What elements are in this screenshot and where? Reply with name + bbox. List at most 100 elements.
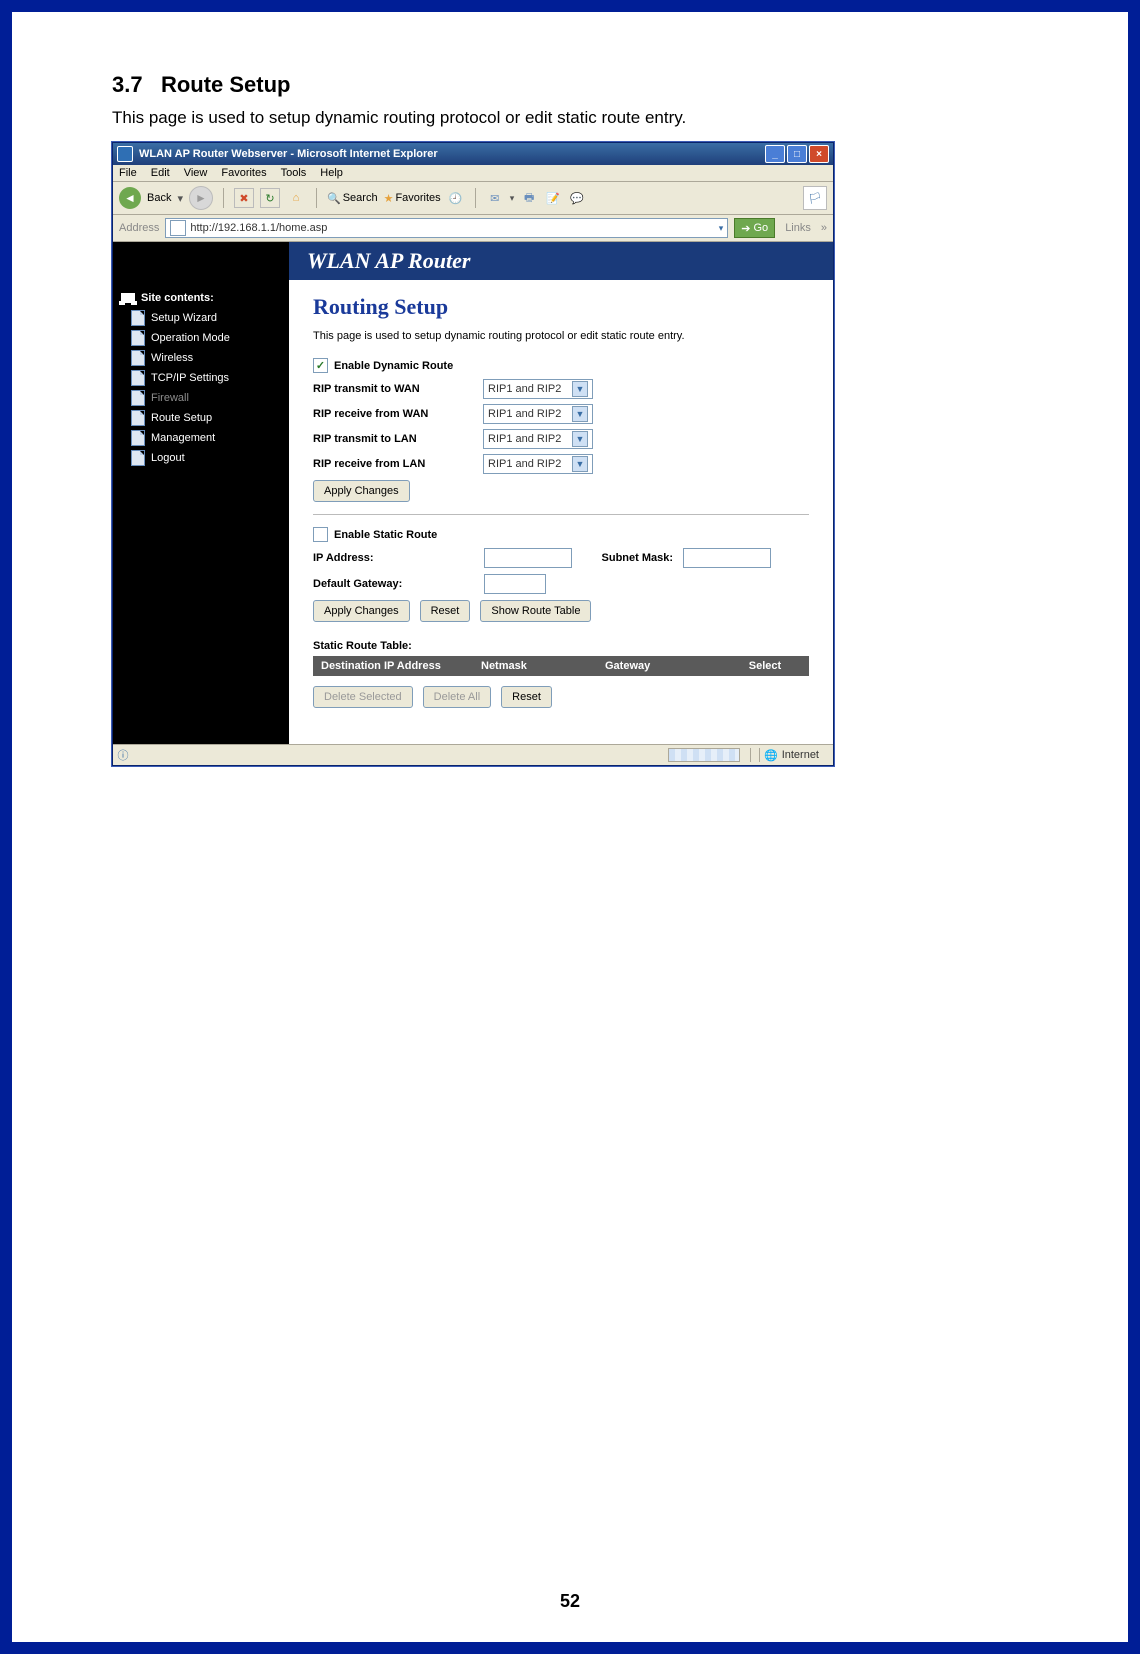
favorites-button[interactable]: ★ Favorites (384, 192, 441, 205)
page-icon (131, 390, 145, 406)
th-select: Select (721, 660, 809, 672)
address-label: Address (119, 222, 159, 234)
window-maximize-button[interactable]: □ (787, 145, 807, 163)
delete-all-button[interactable]: Delete All (423, 686, 491, 708)
menu-view[interactable]: View (184, 167, 208, 179)
section-intro: This page is used to setup dynamic routi… (112, 108, 1028, 128)
window-minimize-button[interactable]: _ (765, 145, 785, 163)
sidebar-item-operation-mode[interactable]: Operation Mode (131, 328, 281, 348)
sidebar-item-label: Logout (151, 452, 185, 464)
page-icon (170, 220, 186, 236)
internet-zone-label: Internet (782, 749, 833, 761)
window-close-button[interactable]: × (809, 145, 829, 163)
links-label[interactable]: Links (781, 222, 815, 234)
ie-throbber-icon: 🏳 (803, 186, 827, 210)
go-arrow-icon: ➔ (741, 222, 750, 235)
sidebar-item-label: Route Setup (151, 412, 212, 424)
subnet-mask-input[interactable] (683, 548, 771, 568)
reset-static-button[interactable]: Reset (420, 600, 471, 622)
menu-edit[interactable]: Edit (151, 167, 170, 179)
page-title: Routing Setup (313, 294, 809, 320)
sidebar-item-management[interactable]: Management (131, 428, 281, 448)
back-button-label[interactable]: Back (147, 192, 171, 204)
search-button[interactable]: 🔍 Search (327, 192, 378, 205)
chevron-down-icon: ▼ (572, 456, 588, 472)
toolbar-separator (316, 188, 317, 208)
sidebar-item-logout[interactable]: Logout (131, 448, 281, 468)
links-chevron-icon[interactable]: » (821, 222, 827, 234)
apply-changes-dynamic-button[interactable]: Apply Changes (313, 480, 410, 502)
show-route-table-button[interactable]: Show Route Table (480, 600, 591, 622)
sidebar-item-firewall[interactable]: Firewall (131, 388, 281, 408)
reset-table-button[interactable]: Reset (501, 686, 552, 708)
toolbar: ◄ Back ▾ ► ✖ ↻ ⌂ 🔍 Search ★ Favorites 🕘 (113, 182, 833, 215)
address-input[interactable]: http://192.168.1.1/home.asp ▾ (165, 218, 728, 238)
status-bar: ⓘ 🌐 Internet (113, 744, 833, 765)
sidebar-item-setup-wizard[interactable]: Setup Wizard (131, 308, 281, 328)
back-button-icon[interactable]: ◄ (119, 187, 141, 209)
address-dropdown-icon[interactable]: ▾ (719, 223, 724, 234)
subnet-mask-label: Subnet Mask: (602, 552, 674, 564)
mail-dropdown-icon[interactable]: ▾ (510, 193, 515, 204)
default-gateway-input[interactable] (484, 574, 546, 594)
enable-static-route-label: Enable Static Route (334, 529, 437, 541)
address-bar: Address http://192.168.1.1/home.asp ▾ ➔ … (113, 215, 833, 242)
sidebar-item-label: TCP/IP Settings (151, 372, 229, 384)
select-value: RIP1 and RIP2 (488, 433, 561, 445)
page-description: This page is used to setup dynamic routi… (313, 330, 809, 342)
window-titlebar: WLAN AP Router Webserver - Microsoft Int… (113, 143, 833, 165)
page-icon (131, 450, 145, 466)
menubar: File Edit View Favorites Tools Help (113, 165, 833, 182)
edit-icon[interactable]: 📝 (544, 189, 562, 207)
search-icon: 🔍 (327, 192, 341, 205)
page-icon (131, 350, 145, 366)
static-route-table-title: Static Route Table: (313, 640, 809, 652)
refresh-icon[interactable]: ↻ (260, 188, 280, 208)
home-icon[interactable]: ⌂ (286, 188, 306, 208)
ip-address-input[interactable] (484, 548, 572, 568)
enable-static-route-checkbox[interactable] (313, 527, 328, 542)
discuss-icon[interactable]: 💬 (568, 189, 586, 207)
history-icon[interactable]: 🕘 (447, 189, 465, 207)
stop-icon[interactable]: ✖ (234, 188, 254, 208)
enable-dynamic-route-label: Enable Dynamic Route (334, 360, 453, 372)
delete-selected-button[interactable]: Delete Selected (313, 686, 413, 708)
mail-icon[interactable]: ✉ (486, 189, 504, 207)
sidebar-item-route-setup[interactable]: Route Setup (131, 408, 281, 428)
section-number: 3.7 (112, 72, 143, 97)
default-gateway-label: Default Gateway: (313, 578, 402, 590)
network-icon (121, 293, 135, 303)
divider (313, 514, 809, 515)
sidebar-item-tcpip-settings[interactable]: TCP/IP Settings (131, 368, 281, 388)
sidebar-item-wireless[interactable]: Wireless (131, 348, 281, 368)
menu-help[interactable]: Help (320, 167, 343, 179)
chevron-down-icon: ▼ (572, 381, 588, 397)
print-icon[interactable]: 🖶 (520, 189, 538, 207)
rip-transmit-lan-label: RIP transmit to LAN (313, 433, 483, 445)
site-contents-label: Site contents: (141, 292, 214, 304)
enable-dynamic-route-checkbox[interactable]: ✓ (313, 358, 328, 373)
favorites-label: Favorites (395, 192, 440, 204)
page-icon (131, 330, 145, 346)
apply-changes-static-button[interactable]: Apply Changes (313, 600, 410, 622)
rip-transmit-lan-select[interactable]: RIP1 and RIP2 ▼ (483, 429, 593, 449)
sidebar-item-label: Wireless (151, 352, 193, 364)
sidebar-item-label: Firewall (151, 392, 189, 404)
rip-transmit-wan-label: RIP transmit to WAN (313, 383, 483, 395)
back-dropdown-icon[interactable]: ▾ (177, 192, 183, 205)
internet-zone-icon: 🌐 (764, 749, 778, 762)
rip-transmit-wan-select[interactable]: RIP1 and RIP2 ▼ (483, 379, 593, 399)
select-value: RIP1 and RIP2 (488, 458, 561, 470)
rip-receive-wan-select[interactable]: RIP1 and RIP2 ▼ (483, 404, 593, 424)
ie-app-icon (117, 146, 133, 162)
menu-favorites[interactable]: Favorites (221, 167, 266, 179)
menu-file[interactable]: File (119, 167, 137, 179)
rip-receive-lan-select[interactable]: RIP1 and RIP2 ▼ (483, 454, 593, 474)
sidebar-item-label: Operation Mode (151, 332, 230, 344)
page-icon (131, 310, 145, 326)
status-done-icon: ⓘ (113, 747, 133, 763)
menu-tools[interactable]: Tools (281, 167, 307, 179)
select-value: RIP1 and RIP2 (488, 408, 561, 420)
go-button[interactable]: ➔ Go (734, 218, 775, 238)
forward-button-icon[interactable]: ► (189, 186, 213, 210)
